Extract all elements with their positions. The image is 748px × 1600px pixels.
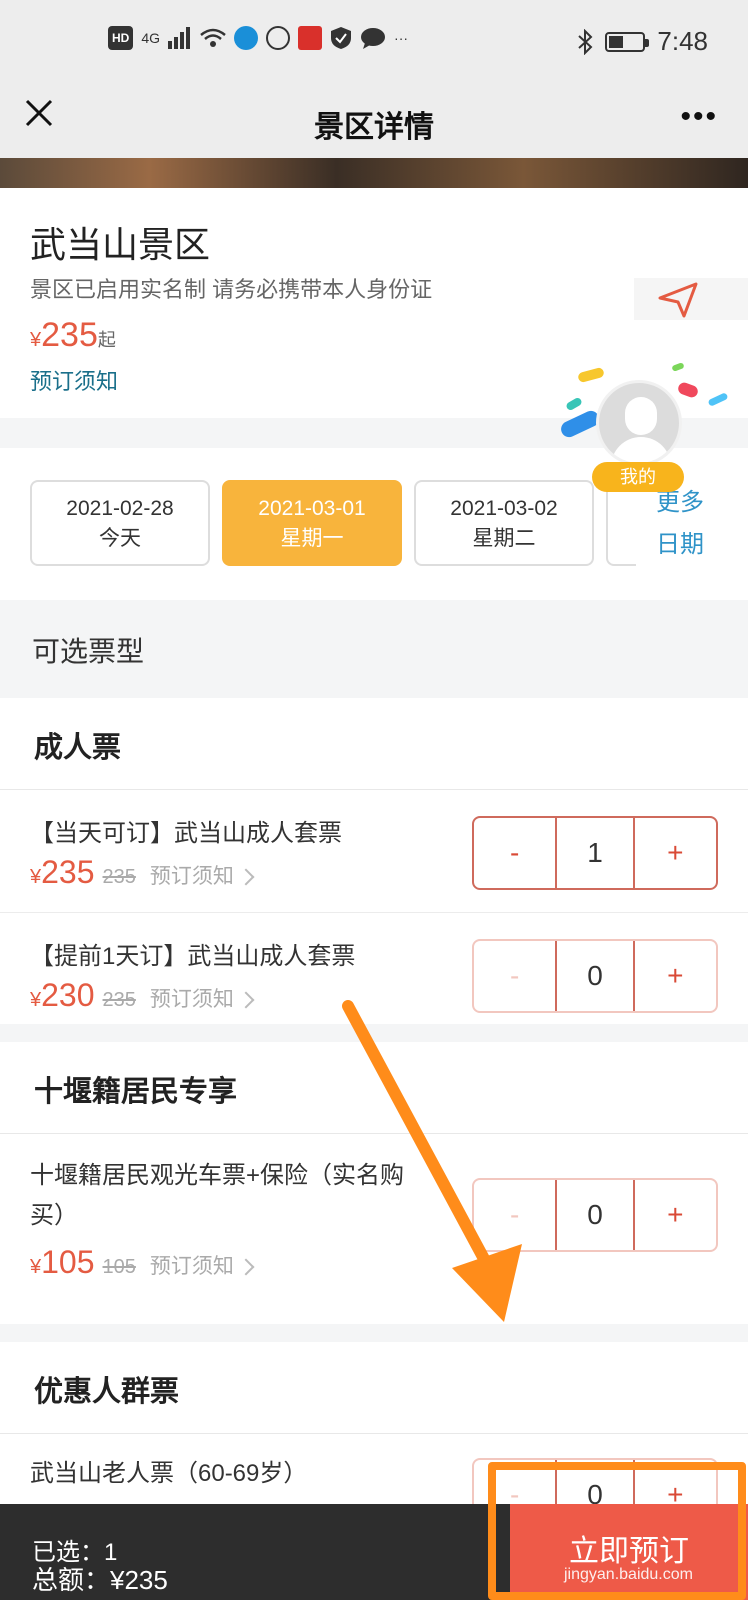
ticket-price: ¥105 105 预订须知 (30, 1244, 255, 1281)
date-day: 今天 (99, 527, 141, 550)
ticket-row: 【当天可订】武当山成人套票 ¥235 235 预订须知 - 1 + (0, 790, 748, 913)
hd-badge: HD (108, 26, 134, 50)
bluetooth-icon (578, 28, 593, 55)
banner-image (0, 158, 748, 188)
booking-notice-link[interactable]: 预订须知 (30, 364, 118, 396)
flower-app-icon (298, 26, 323, 50)
ticket-group-adult: 成人票 【当天可订】武当山成人套票 ¥235 235 预订须知 - 1 + 【提前1… (0, 698, 748, 1024)
price-currency: ¥ (30, 989, 42, 1011)
app-icon (234, 26, 259, 50)
confetti-decoration (577, 366, 605, 384)
spot-notice: 景区已启用实名制 请务必携带本人身份证 (30, 277, 433, 302)
price-value: 235 (41, 854, 95, 890)
quantity-value[interactable]: 1 (555, 818, 635, 888)
chat-icon (361, 28, 386, 49)
ticket-section-header: 可选票型 (0, 600, 748, 698)
price-currency: ¥ (30, 329, 42, 351)
confetti-decoration (565, 396, 583, 412)
group-header: 成人票 (0, 698, 748, 790)
navigation-arrow-icon (658, 282, 698, 318)
date-value: 2021-03-02 (450, 497, 558, 520)
ticket-name: 【当天可订】武当山成人套票 (30, 820, 342, 847)
more-status-icon: ··· (394, 30, 409, 46)
total-amount: 总额：¥235 (32, 1565, 168, 1595)
price-currency: ¥ (30, 1256, 42, 1278)
section-title: 可选票型 (32, 636, 145, 667)
avatar (596, 380, 682, 466)
signal-icon (168, 27, 191, 49)
quantity-value[interactable]: 0 (555, 1180, 635, 1250)
chevron-right-icon (237, 868, 255, 886)
spot-price: ¥235起 (30, 316, 116, 355)
ticket-name: 十堰籍居民观光车票+保险（实名购买） (30, 1162, 405, 1229)
chevron-right-icon (237, 991, 255, 1009)
booking-notice-link[interactable]: 预订须知 (150, 865, 234, 888)
date-value: 2021-02-28 (66, 497, 174, 520)
ticket-group-residents: 十堰籍居民专享 十堰籍居民观光车票+保险（实名购买） ¥105 105 预订须知 -… (0, 1042, 748, 1324)
more-menu-icon[interactable]: ••• (680, 102, 718, 132)
price-suffix: 起 (97, 330, 116, 350)
date-day: 星期二 (472, 527, 536, 550)
decrement-button[interactable]: - (474, 1180, 555, 1250)
decrement-button[interactable]: - (474, 941, 555, 1011)
wifi-icon (200, 28, 226, 47)
price-value: 235 (41, 316, 98, 354)
group-title: 优惠人群票 (34, 1376, 180, 1408)
price-value: 230 (41, 977, 95, 1013)
confetti-decoration (676, 380, 700, 400)
avatar-head (625, 397, 657, 435)
my-account-float[interactable]: 我的 (558, 356, 748, 496)
ticket-row: 十堰籍居民观光车票+保险（实名购买） ¥105 105 预订须知 - 0 + (0, 1134, 748, 1324)
increment-button[interactable]: + (635, 941, 716, 1011)
confetti-decoration (671, 362, 685, 372)
group-title: 成人票 (34, 732, 122, 764)
ticket-name: 武当山老人票（60-69岁） (30, 1460, 308, 1487)
spot-name: 武当山景区 (30, 224, 211, 265)
confetti-decoration (707, 392, 729, 407)
date-value: 2021-03-01 (258, 497, 366, 520)
date-option-selected[interactable]: 2021-03-01 星期一 (222, 480, 402, 566)
date-option-today[interactable]: 2021-02-28 今天 (30, 480, 210, 566)
status-bar: HD 4G ··· 7:48 (0, 0, 748, 84)
decrement-button[interactable]: - (474, 818, 555, 888)
my-badge: 我的 (592, 462, 684, 492)
ticket-price: ¥230 235 预订须知 (30, 977, 255, 1014)
booking-notice-link[interactable]: 预订须知 (150, 988, 234, 1011)
status-right: 7:48 (577, 26, 708, 57)
quantity-stepper: - 0 + (472, 939, 718, 1013)
watermark: jingyan.baidu.com (564, 1566, 693, 1583)
ticket-name: 【提前1天订】武当山成人套票 (30, 943, 356, 970)
original-price: 105 (102, 1256, 136, 1278)
group-title: 十堰籍居民专享 (34, 1076, 238, 1108)
group-header: 十堰籍居民专享 (0, 1042, 748, 1134)
navigate-button[interactable] (634, 278, 748, 320)
chevron-right-icon (237, 1258, 255, 1276)
network-type: 4G (141, 30, 161, 46)
shield-icon (331, 27, 352, 49)
quantity-stepper: - 1 + (472, 816, 718, 890)
original-price: 235 (102, 866, 136, 888)
group-header: 优惠人群票 (0, 1342, 748, 1434)
ticket-row: 【提前1天订】武当山成人套票 ¥230 235 预订须知 - 0 + (0, 913, 748, 1023)
date-day: 星期一 (280, 527, 344, 550)
increment-button[interactable]: + (635, 818, 716, 888)
page-title: 景区详情 (314, 111, 434, 144)
ticket-price: ¥235 235 预订须知 (30, 854, 255, 891)
price-currency: ¥ (30, 866, 42, 888)
original-price: 235 (102, 989, 136, 1011)
status-left: HD 4G ··· (108, 26, 408, 50)
increment-button[interactable]: + (635, 1180, 716, 1250)
clock: 7:48 (657, 26, 708, 56)
price-value: 105 (41, 1244, 95, 1280)
battery-icon (605, 31, 650, 52)
nav-bar: 景区详情 ••• (0, 84, 748, 158)
booking-notice-link[interactable]: 预订须知 (150, 1255, 234, 1278)
globe-icon (266, 26, 291, 50)
quantity-value[interactable]: 0 (555, 941, 635, 1011)
quantity-stepper: - 0 + (472, 1178, 718, 1252)
